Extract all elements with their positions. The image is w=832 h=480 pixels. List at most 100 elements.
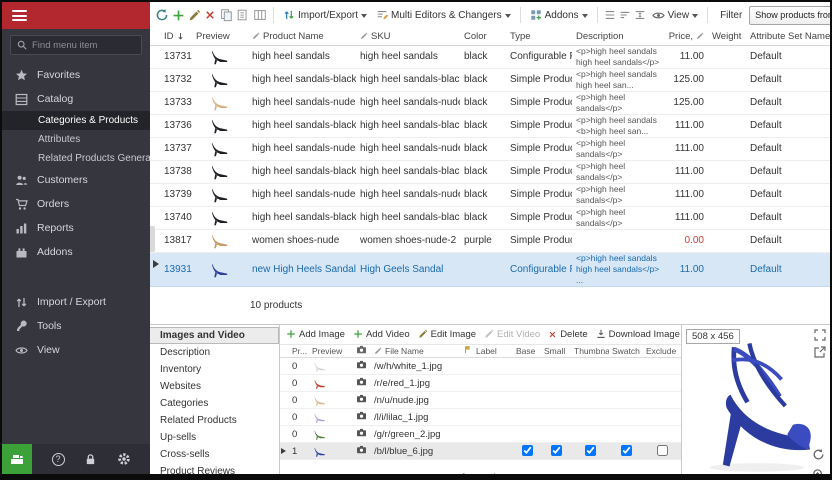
sidebar-item-favorites[interactable]: Favorites xyxy=(2,63,150,87)
column-header-attribute-set[interactable]: Attribute Set Name xyxy=(746,28,830,45)
column-header-description[interactable]: Description xyxy=(572,28,664,45)
column-header-thumbnail[interactable]: Thumbna xyxy=(571,345,609,358)
tab-product-reviews[interactable]: Product Reviews xyxy=(150,463,279,480)
menu-search-input[interactable] xyxy=(32,40,135,51)
sidebar-item-categories-products[interactable]: Categories & Products xyxy=(2,111,150,130)
column-header-base[interactable]: Base xyxy=(513,345,541,358)
cell-price: 125.00 xyxy=(664,68,708,91)
column-header-file-name[interactable]: File Name xyxy=(371,345,461,358)
pos-button[interactable] xyxy=(2,444,32,474)
column-header-sku[interactable]: SKU xyxy=(356,28,460,45)
tab-description[interactable]: Description xyxy=(150,344,279,361)
row-height-button[interactable] xyxy=(634,6,646,24)
sidebar-item-customers[interactable]: Customers xyxy=(2,168,150,192)
image-row[interactable]: 0 /w/h/white_1.jpg xyxy=(280,358,681,375)
rotate-icon[interactable] xyxy=(812,448,825,461)
column-header-swatch[interactable]: Swatch xyxy=(609,345,643,358)
sidebar-item-view[interactable]: View xyxy=(2,338,150,362)
small-checkbox[interactable] xyxy=(551,445,562,456)
column-header-label[interactable]: Label xyxy=(473,345,513,358)
lock-icon[interactable] xyxy=(84,453,97,466)
column-header-exclude[interactable]: Exclude xyxy=(643,345,681,358)
product-row[interactable]: 13817 women shoes-nude women shoes-nude-… xyxy=(150,229,830,252)
product-row[interactable]: 13737 high heel sandals-nude-36 high hee… xyxy=(150,137,830,160)
download-image-button[interactable]: Download Image xyxy=(596,329,680,340)
product-row[interactable]: 13739 high heel sandals-nude-37 high hee… xyxy=(150,183,830,206)
image-row[interactable]: 0 /r/e/red_1.jpg xyxy=(280,375,681,392)
image-row[interactable]: 0 /l/i/lilac_1.jpg xyxy=(280,409,681,426)
product-row[interactable]: 13731 high heel sandals high heel sandal… xyxy=(150,45,830,68)
sidebar-item-reports[interactable]: Reports xyxy=(2,216,150,240)
tab-cross-sells[interactable]: Cross-sells xyxy=(150,446,279,463)
add-video-button[interactable]: Add Video xyxy=(353,329,410,340)
sidebar-item-addons[interactable]: Addons xyxy=(2,240,150,264)
sidebar-item-related-products-generator[interactable]: Related Products Generator xyxy=(2,149,150,168)
image-row-selected[interactable]: 1 /b/l/blue_6.jpg xyxy=(280,443,681,460)
product-row[interactable]: 13732 high heel sandals-black high heel … xyxy=(150,68,830,91)
multi-editors-menu[interactable]: Multi Editors & Changers xyxy=(373,7,514,23)
sidebar-search[interactable] xyxy=(10,35,142,55)
view-menu[interactable]: View xyxy=(649,7,702,24)
image-row[interactable]: 0 /g/r/green_2.jpg xyxy=(280,426,681,443)
exclude-checkbox[interactable] xyxy=(657,445,668,456)
column-header-id[interactable]: ID xyxy=(150,28,192,45)
add-image-button[interactable]: Add Image xyxy=(286,329,345,340)
tab-websites[interactable]: Websites xyxy=(150,378,279,395)
import-export-menu[interactable]: Import/Export xyxy=(280,7,370,23)
product-row-selected[interactable]: 13931 new High Heels Sandals High Geels … xyxy=(150,252,830,286)
copy-button[interactable] xyxy=(219,6,233,24)
image-size-label: 508 x 456 xyxy=(686,329,740,344)
edit-image-button[interactable]: Edit Image xyxy=(418,329,476,340)
product-row[interactable]: 13740 high heel sandals-black-38 high he… xyxy=(150,206,830,229)
gear-icon[interactable] xyxy=(117,452,131,466)
refresh-button[interactable] xyxy=(155,6,169,24)
tab-inventory[interactable]: Inventory xyxy=(150,361,279,378)
tab-categories[interactable]: Categories xyxy=(150,395,279,412)
expand-rows-button[interactable] xyxy=(604,6,616,24)
image-row[interactable]: 0 /n/u/nude.jpg xyxy=(280,392,681,409)
delete-image-button[interactable]: Delete xyxy=(548,329,587,340)
collapse-rows-button[interactable] xyxy=(619,6,631,24)
sidebar-item-import-export[interactable]: Import / Export xyxy=(2,290,150,314)
hamburger-menu-icon[interactable] xyxy=(12,8,27,24)
column-header-product-name[interactable]: Product Name xyxy=(248,28,356,45)
column-header-position[interactable]: Pr... xyxy=(289,345,309,358)
sidebar-item-orders[interactable]: Orders xyxy=(2,192,150,216)
help-icon[interactable]: ? xyxy=(52,453,65,466)
column-header-weight[interactable]: Weight xyxy=(708,28,746,45)
tab-related-products[interactable]: Related Products xyxy=(150,412,279,429)
duplicate-button[interactable] xyxy=(236,6,250,24)
delete-product-button[interactable] xyxy=(204,6,216,24)
sidebar-item-attributes[interactable]: Attributes xyxy=(2,130,150,149)
product-row[interactable]: 13736 high heel sandals-black-36 high he… xyxy=(150,114,830,137)
column-header-camera[interactable] xyxy=(353,345,371,358)
product-row[interactable]: 13738 high heel sandals-black-37 high he… xyxy=(150,160,830,183)
addons-menu[interactable]: Addons xyxy=(527,7,591,23)
column-header-color[interactable]: Color xyxy=(460,28,506,45)
base-checkbox[interactable] xyxy=(522,445,533,456)
column-header-preview[interactable]: Preview xyxy=(192,28,248,45)
thumbnail-checkbox[interactable] xyxy=(585,445,596,456)
sidebar-item-tools[interactable]: Tools xyxy=(2,314,150,338)
columns-button[interactable] xyxy=(253,6,267,24)
column-header-flag[interactable] xyxy=(461,345,473,358)
tab-images-and-video[interactable]: Images and Video xyxy=(150,327,279,344)
zoom-icon[interactable] xyxy=(812,468,825,480)
column-header-image-preview[interactable]: Preview xyxy=(309,345,353,358)
panel-splitter-handle[interactable] xyxy=(150,226,155,252)
column-header-price[interactable]: Price, xyxy=(664,28,708,45)
cell-position: 0 xyxy=(289,426,309,443)
tab-up-sells[interactable]: Up-sells xyxy=(150,429,279,446)
sidebar-item-catalog[interactable]: Catalog xyxy=(2,87,150,111)
cell-flag xyxy=(461,443,473,460)
fullscreen-icon[interactable] xyxy=(814,329,826,341)
open-external-icon[interactable] xyxy=(814,346,826,358)
column-header-type[interactable]: Type xyxy=(506,28,572,45)
product-row[interactable]: 13733 high heel sandals-nude high heel s… xyxy=(150,91,830,114)
column-header-small[interactable]: Small xyxy=(541,345,571,358)
swatch-checkbox[interactable] xyxy=(621,445,632,456)
edit-product-button[interactable] xyxy=(188,6,201,24)
add-product-button[interactable] xyxy=(172,6,185,24)
detail-tabs: Images and Video Description Inventory W… xyxy=(150,325,280,480)
category-filter-select[interactable]: Show products from selected categories xyxy=(749,6,830,25)
